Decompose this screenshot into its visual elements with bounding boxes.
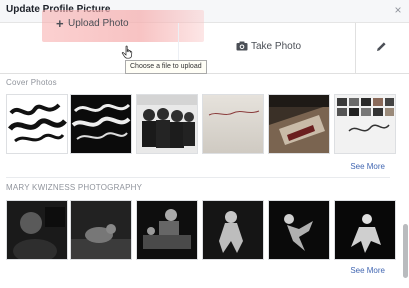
scrollbar-thumb[interactable] [403,224,408,278]
photo-thumbnail[interactable] [268,94,330,154]
pencil-icon[interactable] [376,41,387,52]
photo-thumbnail[interactable] [334,200,396,260]
mouse-cursor-icon [121,45,133,59]
photo-thumbnail[interactable] [136,200,198,260]
photo-thumbnail[interactable] [202,200,264,260]
see-more-link[interactable]: See More [350,162,385,171]
camera-icon [236,41,248,51]
photo-thumbnail[interactable] [70,200,132,260]
photo-thumbnail[interactable] [268,200,330,260]
close-icon[interactable]: × [391,3,405,17]
photo-thumbnail[interactable] [6,94,68,154]
photo-thumbnail[interactable] [136,94,198,154]
section-title-cover-photos: Cover Photos [6,78,57,87]
action-divider [355,23,356,73]
section-divider [6,177,390,178]
photo-thumbnail[interactable] [202,94,264,154]
upload-tooltip: Choose a file to upload [125,60,207,74]
upload-photo-label: Upload Photo [68,18,129,29]
take-photo-button[interactable]: Take Photo [251,41,301,52]
photo-thumbnail[interactable] [6,200,68,260]
photo-thumbnail[interactable] [334,94,396,154]
plus-icon: + [56,16,64,31]
photo-thumbnail[interactable] [70,94,132,154]
see-more-link[interactable]: See More [350,266,385,275]
section-title-album: MARY KWIZNESS PHOTOGRAPHY [6,183,143,192]
